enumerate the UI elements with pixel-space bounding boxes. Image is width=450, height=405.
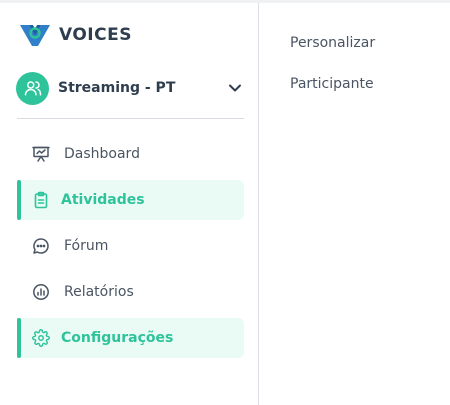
sidebar: VOICES Streaming - PT Dashboard Atividad…: [0, 3, 259, 405]
sidebar-item-label: Atividades: [61, 192, 145, 208]
submenu-item-participante[interactable]: Participante: [290, 76, 374, 92]
sidebar-item-label: Dashboard: [64, 146, 140, 162]
sidebar-item-label: Relatórios: [64, 284, 134, 300]
brand-name: VOICES: [59, 25, 132, 45]
clipboard-icon: [34, 191, 48, 209]
workspace-selector[interactable]: Streaming - PT: [16, 70, 248, 106]
sidebar-item-label: Fórum: [64, 238, 109, 254]
active-indicator: [17, 180, 21, 220]
presentation-icon: [32, 146, 50, 162]
workspace-name: Streaming - PT: [58, 80, 176, 96]
sidebar-item-configuracoes[interactable]: Configurações: [17, 318, 244, 358]
workspace-avatar: [16, 71, 49, 105]
brand-logo[interactable]: VOICES: [18, 21, 132, 49]
sidebar-item-label: Configurações: [61, 330, 174, 346]
gear-icon: [32, 329, 50, 347]
sidebar-divider: [17, 118, 244, 119]
sidebar-item-relatorios[interactable]: Relatórios: [18, 272, 244, 312]
chat-bubble-icon: [33, 238, 49, 254]
active-indicator: [17, 318, 21, 358]
submenu-item-personalizar[interactable]: Personalizar: [290, 35, 375, 51]
users-icon: [24, 81, 41, 96]
sidebar-item-forum[interactable]: Fórum: [18, 226, 244, 266]
sidebar-item-dashboard[interactable]: Dashboard: [18, 134, 244, 174]
chart-circle-icon: [33, 284, 49, 300]
chevron-down-icon[interactable]: [228, 81, 242, 95]
voices-logo-icon: [20, 25, 50, 46]
settings-submenu: Personalizar Participante: [260, 3, 450, 405]
sidebar-item-atividades[interactable]: Atividades: [17, 180, 244, 220]
